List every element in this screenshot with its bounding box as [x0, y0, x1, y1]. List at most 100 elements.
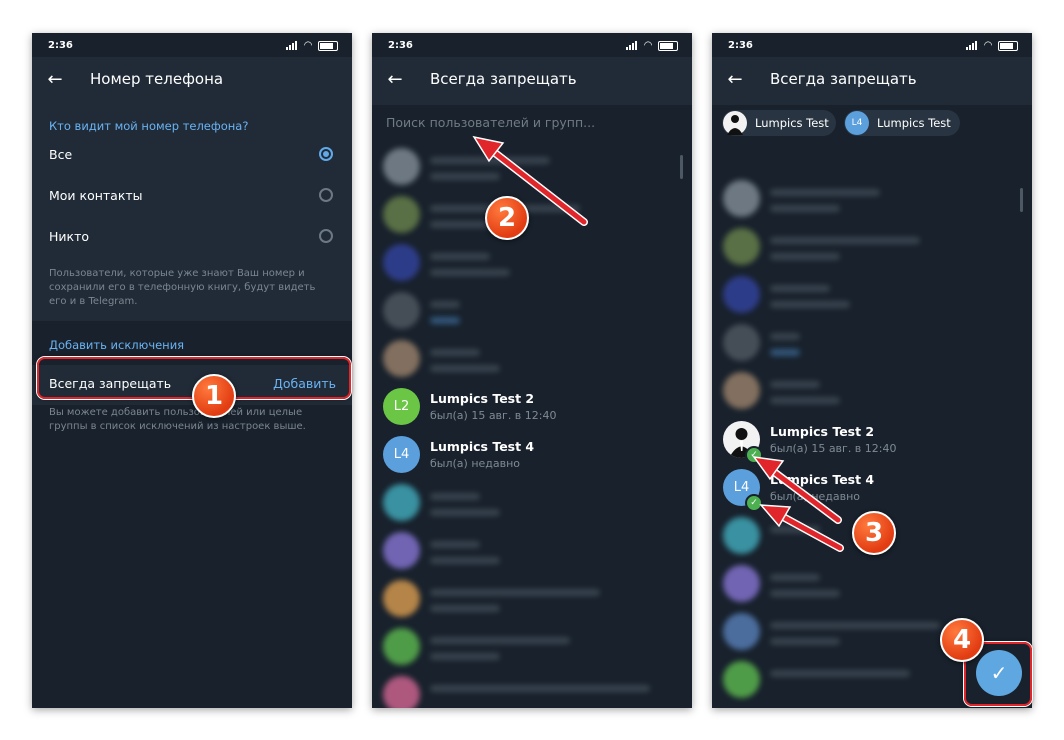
blurred-name: [430, 349, 480, 356]
avatar: L4: [845, 111, 869, 135]
radio-icon[interactable]: [319, 229, 333, 243]
option-nobody[interactable]: Никто: [32, 217, 352, 257]
list-item[interactable]: [372, 191, 692, 239]
avatar: [723, 324, 760, 361]
always-deny-screen: 2:36 ◠ ← Всегда запрещать Поиск пользова…: [372, 33, 692, 708]
page-title: Номер телефона: [90, 70, 224, 88]
chip-name: Lumpics Test: [877, 116, 951, 130]
blurred-name: [430, 253, 490, 260]
step-badge-2: 2: [485, 196, 529, 240]
avatar: [383, 532, 420, 569]
avatar: [723, 111, 747, 135]
list-item[interactable]: [372, 335, 692, 383]
blurred-name: [770, 381, 820, 388]
avatar: [383, 628, 420, 665]
blurred-name: [430, 589, 600, 596]
search-input[interactable]: Поиск пользователей и групп...: [386, 115, 595, 130]
list-item[interactable]: [712, 175, 1032, 223]
avatar: [383, 292, 420, 329]
radio-selected-icon[interactable]: [319, 147, 333, 161]
list-item[interactable]: [372, 287, 692, 335]
contact-item-lumpics-test-2[interactable]: ✓ Lumpics Test 2 был(а) 15 авг. в 12:40: [712, 416, 1032, 464]
blurred-status: [430, 269, 510, 276]
back-arrow-icon[interactable]: ←: [724, 69, 746, 91]
blurred-name: [770, 333, 800, 340]
blurred-name: [430, 157, 550, 164]
toolbar: ← Номер телефона: [32, 57, 352, 105]
wifi-icon: ◠: [644, 40, 652, 51]
list-item[interactable]: [372, 239, 692, 287]
blurred-status: [430, 173, 500, 180]
avatar: [383, 148, 420, 185]
avatar: [723, 276, 760, 313]
contact-item-lumpics-test-4[interactable]: L4 ✓ Lumpics Test 4 был(а) недавно: [712, 464, 1032, 512]
avatar: [383, 676, 420, 708]
list-item[interactable]: [372, 575, 692, 623]
avatar: [723, 613, 760, 650]
signal-icon: [286, 41, 298, 50]
list-item[interactable]: [372, 143, 692, 191]
avatar: L4: [383, 436, 420, 473]
selected-check-icon: ✓: [745, 446, 763, 464]
selected-chip[interactable]: L4 Lumpics Test: [844, 110, 960, 136]
back-arrow-icon[interactable]: ←: [44, 69, 66, 91]
selected-chip[interactable]: Lumpics Test: [722, 110, 836, 136]
blurred-status: [770, 638, 840, 645]
contact-name: Lumpics Test 4: [770, 472, 875, 487]
blurred-status: [770, 205, 840, 212]
page-title: Всегда запрещать: [430, 70, 577, 88]
list-item[interactable]: [372, 479, 692, 527]
exceptions-header: Добавить исключения: [49, 338, 185, 352]
back-arrow-icon[interactable]: ←: [384, 69, 406, 91]
battery-icon: [318, 40, 338, 51]
blurred-status: [770, 301, 850, 308]
section-header: Кто видит мой номер телефона?: [49, 119, 249, 133]
step-badge-3: 3: [852, 511, 896, 555]
step-badge-4: 4: [940, 618, 984, 662]
blurred-status: [430, 557, 500, 564]
list-item[interactable]: [712, 367, 1032, 415]
avatar: [723, 228, 760, 265]
blurred-name: [430, 685, 650, 692]
option-my-contacts[interactable]: Мои контакты: [32, 176, 352, 216]
blurred-name: [430, 637, 570, 644]
avatar: [383, 244, 420, 281]
option-everybody[interactable]: Все: [32, 135, 352, 175]
radio-icon[interactable]: [319, 188, 333, 202]
avatar: [723, 661, 760, 698]
battery-icon: [658, 40, 678, 51]
blurred-status: [430, 653, 500, 660]
blurred-name: [430, 541, 480, 548]
blurred-name: [770, 574, 820, 581]
blurred-name: [770, 285, 830, 292]
selected-check-icon: ✓: [745, 494, 763, 512]
blurred-status: [770, 253, 840, 260]
toolbar: ← Всегда запрещать: [372, 57, 692, 105]
contact-status: был(а) недавно: [770, 490, 861, 503]
status-time: 2:36: [48, 40, 73, 51]
list-item[interactable]: [372, 527, 692, 575]
avatar: [723, 565, 760, 602]
chip-name: Lumpics Test: [755, 116, 829, 130]
list-item[interactable]: [712, 319, 1032, 367]
signal-icon: [626, 41, 638, 50]
page-title: Всегда запрещать: [770, 70, 917, 88]
option-label: Мои контакты: [49, 188, 143, 203]
blurred-status: [430, 509, 500, 516]
avatar: [723, 372, 760, 409]
status-time: 2:36: [388, 40, 413, 51]
list-item[interactable]: [712, 560, 1032, 608]
list-item[interactable]: [712, 223, 1032, 271]
list-item[interactable]: [712, 271, 1032, 319]
list-item[interactable]: [372, 623, 692, 671]
blurred-status: [430, 365, 500, 372]
contact-item-lumpics-test-4[interactable]: L4 Lumpics Test 4 был(а) недавно: [372, 431, 692, 479]
avatar: L2: [383, 388, 420, 425]
wifi-icon: ◠: [984, 40, 992, 51]
list-item[interactable]: [372, 671, 692, 708]
blurred-status: [770, 590, 840, 597]
avatar: [383, 580, 420, 617]
contact-item-lumpics-test-2[interactable]: L2 Lumpics Test 2 был(а) 15 авг. в 12:40: [372, 383, 692, 431]
blurred-name: [770, 622, 940, 629]
contact-name: Lumpics Test 2: [430, 391, 535, 406]
